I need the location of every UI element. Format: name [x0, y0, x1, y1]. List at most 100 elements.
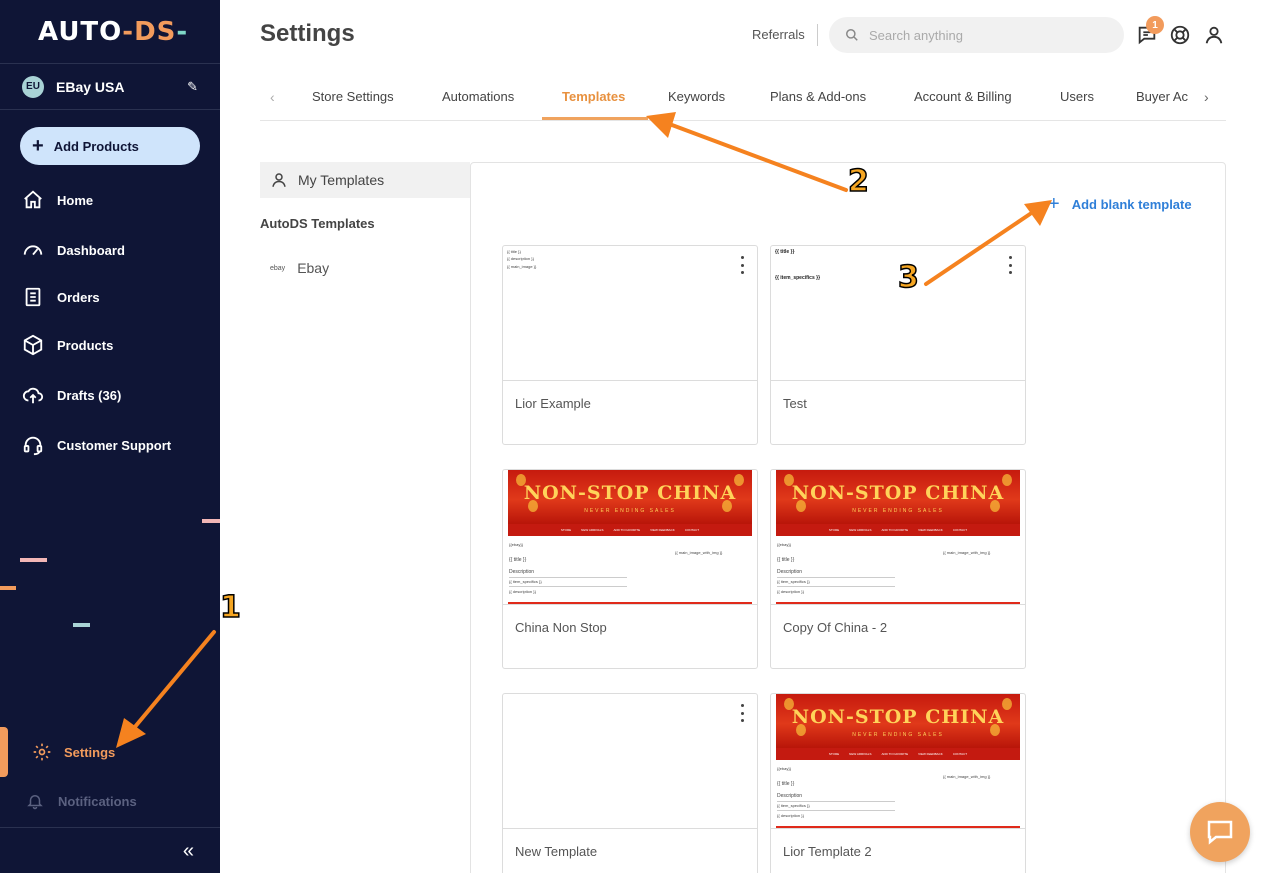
preview-text: {{ebay}} [777, 766, 792, 771]
banner-nav-item: ADD TO FAVORITE [881, 528, 909, 532]
add-products-button[interactable]: + Add Products [20, 127, 200, 165]
preview-text: Description [777, 793, 803, 799]
step-number-1: 1 [219, 589, 241, 626]
tab-plans-add-ons[interactable]: Plans & Add-ons [770, 89, 866, 104]
template-preview [503, 694, 757, 829]
sidebar-item-dashboard[interactable]: Dashboard [22, 239, 125, 261]
active-indicator [0, 727, 8, 777]
preview-text: {{ title }} [775, 249, 795, 255]
notification-badge: 1 [1146, 16, 1164, 34]
tab-buyer-accounts[interactable]: Buyer Ac [1136, 89, 1188, 104]
search-icon [846, 29, 858, 41]
template-card[interactable]: NON-STOP CHINA NEVER ENDING SALES STORE … [770, 693, 1026, 873]
ebay-templates-item[interactable]: ebay Ebay [270, 260, 329, 276]
settings-tabs: ‹ Store Settings Automations Templates K… [260, 75, 1226, 121]
banner-title: NON-STOP CHINA [791, 706, 1005, 728]
active-tab-underline [542, 117, 648, 120]
banner-nav-item: CONTACT [952, 752, 968, 756]
banner-nav: STORE NEW ARRIVALS ADD TO FAVORITE VIEW … [508, 524, 752, 536]
referrals-link[interactable]: Referrals [752, 27, 805, 42]
chat-bubble-icon [1207, 820, 1233, 845]
sidebar-item-products[interactable]: Products [22, 334, 113, 356]
sidebar-item-label: Customer Support [57, 437, 172, 453]
add-blank-template-label: Add blank template [1071, 196, 1192, 212]
banner-nav-item: STORE [828, 528, 840, 532]
preview-text: {{ description }} [777, 589, 804, 594]
template-card[interactable]: New Template [502, 693, 758, 873]
template-preview: {{ title }} {{ description }} {{ main_im… [503, 246, 757, 381]
preview-text: Description [509, 569, 535, 575]
preview-text: {{ main_image_with_img }} [675, 550, 723, 555]
tab-store-settings[interactable]: Store Settings [312, 89, 394, 104]
gear-icon [33, 743, 51, 761]
logo-text-1: AUT [38, 16, 100, 47]
tab-automations[interactable]: Automations [442, 89, 514, 104]
tab-templates[interactable]: Templates [562, 89, 625, 104]
live-chat-button[interactable] [1190, 802, 1250, 862]
collapse-sidebar-icon[interactable]: « [183, 840, 194, 863]
template-name: New Template [515, 844, 598, 859]
template-card[interactable]: NON-STOP CHINA NEVER ENDING SALES STORE … [770, 469, 1026, 669]
sidebar-item-label: Home [57, 192, 94, 208]
search-bar[interactable] [829, 17, 1124, 53]
banner-nav-item: CONTACT [952, 528, 968, 532]
help-lifebuoy-icon[interactable] [1169, 24, 1191, 46]
sidebar-footer: « [0, 827, 220, 873]
tabs-prev-icon[interactable]: ‹ [270, 89, 275, 105]
template-preview: NON-STOP CHINA NEVER ENDING SALES STORE … [503, 470, 757, 605]
preview-text: {{ebay}} [509, 542, 524, 547]
my-templates-label: My Templates [298, 172, 385, 188]
sidebar-item-settings[interactable]: Settings [0, 727, 220, 777]
add-blank-template-button[interactable]: + Add blank template [1048, 194, 1192, 214]
preview-text: {{ description }} [509, 589, 536, 594]
banner-nav-item: VIEW FEEDBACK [650, 528, 675, 532]
sidebar-item-home[interactable]: Home [22, 189, 93, 211]
cloud-upload-icon [22, 387, 44, 404]
more-options-icon[interactable] [1005, 256, 1015, 274]
more-options-icon[interactable] [737, 256, 747, 274]
banner-title: NON-STOP CHINA [523, 482, 737, 504]
sidebar-item-label: Drafts (36) [57, 387, 122, 403]
tabs-next-icon[interactable]: › [1204, 89, 1209, 105]
logo-text-3: -DS [122, 16, 177, 47]
page-title: Settings [260, 20, 355, 47]
template-name: Lior Template 2 [783, 844, 872, 859]
edit-pencil-icon[interactable]: ✎ [187, 79, 198, 95]
sidebar: AUT O -DS - EU EBay USA ✎ + Add Products Ho… [0, 0, 220, 873]
decoration-dash [0, 586, 16, 590]
sidebar-item-notifications[interactable]: Notifications [26, 792, 137, 810]
sidebar-item-label: Products [57, 337, 114, 353]
banner-nav-item: STORE [828, 752, 840, 756]
banner-nav-item: VIEW FEEDBACK [918, 528, 943, 532]
more-options-icon[interactable] [737, 704, 747, 722]
step-number-3: 3 [897, 259, 919, 296]
user-icon [272, 173, 286, 187]
sidebar-item-label: Notifications [58, 793, 137, 809]
template-name: Lior Example [515, 396, 591, 411]
template-card[interactable]: {{ title }} {{ description }} {{ main_im… [502, 245, 758, 445]
china-banner-image: NON-STOP CHINA NEVER ENDING SALES [776, 470, 1020, 524]
tab-account-billing[interactable]: Account & Billing [914, 89, 1012, 104]
banner-nav-item: VIEW FEEDBACK [918, 752, 943, 756]
plus-icon: + [1048, 193, 1060, 215]
sidebar-item-customer-support[interactable]: Customer Support [22, 434, 171, 456]
template-card[interactable]: NON-STOP CHINA NEVER ENDING SALES STORE … [502, 469, 758, 669]
my-templates-item[interactable]: My Templates [260, 162, 470, 198]
sidebar-item-drafts[interactable]: Drafts (36) [22, 384, 121, 406]
store-selector[interactable]: EU EBay USA ✎ [0, 64, 220, 110]
search-input[interactable] [869, 27, 1099, 43]
user-icon[interactable] [1203, 24, 1225, 46]
add-products-label: Add Products [53, 138, 139, 154]
banner-nav-item: NEW ARRIVALS [849, 752, 872, 756]
template-preview: NON-STOP CHINA NEVER ENDING SALES STORE … [771, 470, 1025, 605]
autods-logo[interactable]: AUT O -DS - [0, 0, 220, 64]
preview-text: {{ description }} [507, 256, 534, 261]
tab-keywords[interactable]: Keywords [668, 89, 725, 104]
preview-text: {{ item_specifics }} [775, 275, 821, 281]
sidebar-item-label: Orders [57, 289, 100, 305]
decoration-dash [20, 558, 47, 562]
tab-users[interactable]: Users [1060, 89, 1094, 104]
store-name: EBay USA [56, 78, 125, 95]
sidebar-item-orders[interactable]: Orders [22, 286, 100, 308]
preview-text: {{ title }} [777, 781, 795, 787]
